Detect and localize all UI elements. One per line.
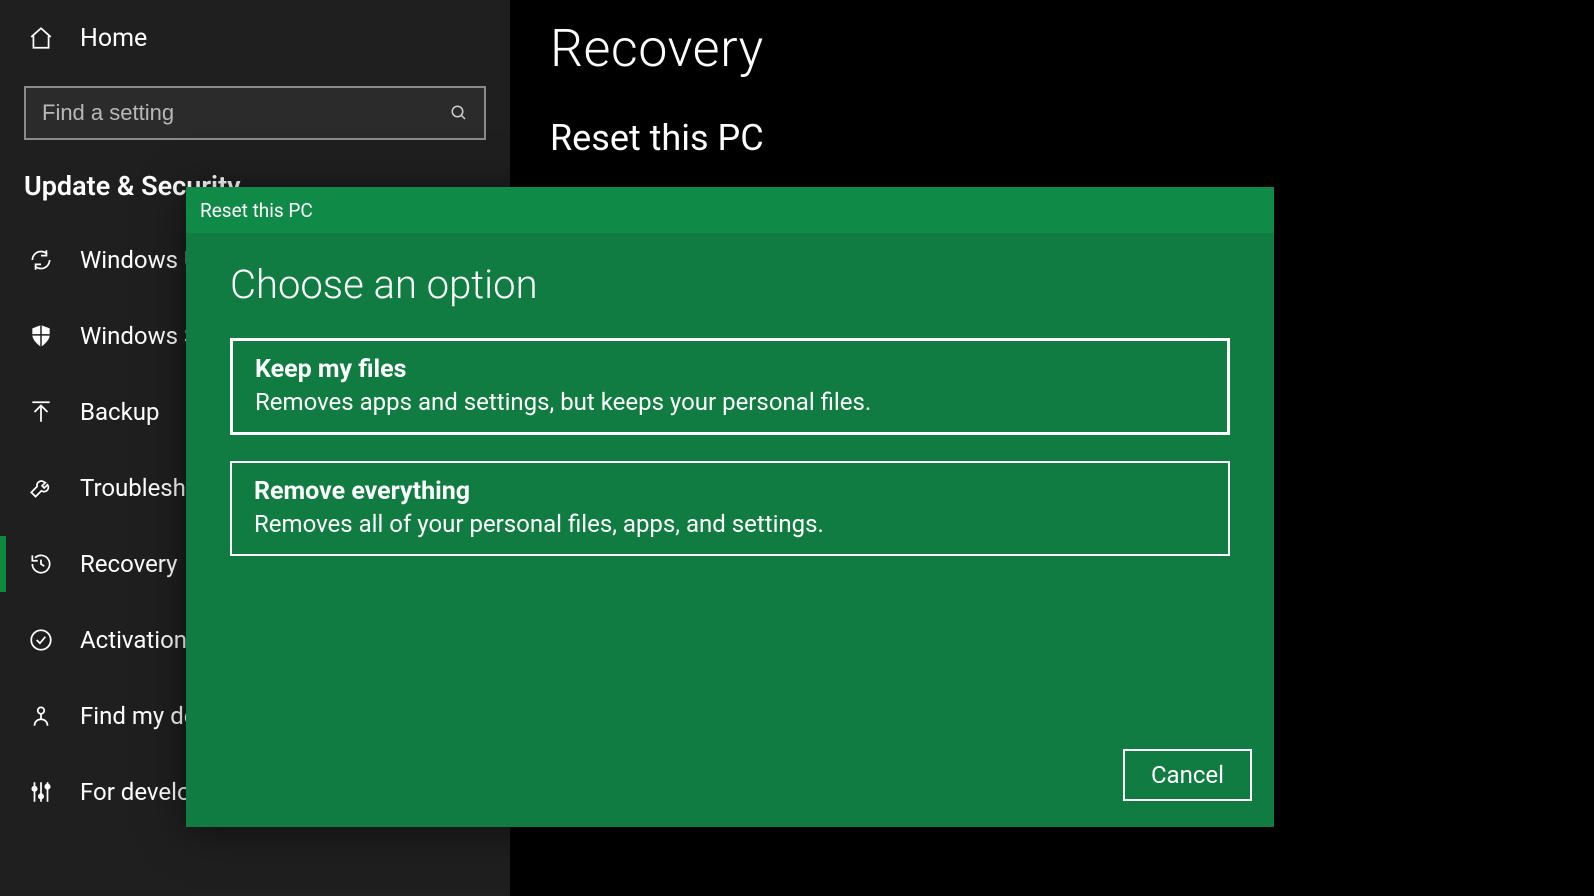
backup-icon bbox=[28, 399, 54, 425]
option-remove-everything[interactable]: Remove everything Removes all of your pe… bbox=[230, 461, 1230, 556]
settings-window: Home Update & Security Windows Update bbox=[0, 0, 1594, 896]
section-title: Reset this PC bbox=[550, 117, 1554, 159]
dialog-heading: Choose an option bbox=[230, 261, 1230, 308]
sync-icon bbox=[28, 247, 54, 273]
dialog-title: Reset this PC bbox=[200, 199, 313, 222]
dialog-body: Choose an option Keep my files Removes a… bbox=[186, 233, 1274, 827]
reset-pc-dialog: Reset this PC Choose an option Keep my f… bbox=[186, 187, 1274, 827]
shield-icon bbox=[28, 323, 54, 349]
option-keep-my-files[interactable]: Keep my files Removes apps and settings,… bbox=[230, 338, 1230, 435]
home-label: Home bbox=[80, 24, 147, 53]
home-nav[interactable]: Home bbox=[0, 0, 510, 76]
option-desc: Removes all of your personal files, apps… bbox=[254, 510, 1206, 538]
cancel-button[interactable]: Cancel bbox=[1123, 749, 1252, 801]
wrench-icon bbox=[28, 475, 54, 501]
sidebar-item-label: Recovery bbox=[80, 550, 178, 578]
option-title: Keep my files bbox=[255, 355, 1205, 384]
option-title: Remove everything bbox=[254, 477, 1206, 506]
home-icon bbox=[28, 25, 54, 51]
option-desc: Removes apps and settings, but keeps you… bbox=[255, 388, 1205, 416]
sliders-icon bbox=[28, 779, 54, 805]
search-box[interactable] bbox=[24, 86, 486, 140]
check-circle-icon bbox=[28, 627, 54, 653]
search-input[interactable] bbox=[42, 100, 450, 126]
dialog-titlebar: Reset this PC bbox=[186, 187, 1274, 233]
history-icon bbox=[28, 551, 54, 577]
sidebar-item-label: Backup bbox=[80, 398, 159, 426]
pin-person-icon bbox=[28, 703, 54, 729]
page-title: Recovery bbox=[550, 18, 1554, 79]
sidebar-item-label: Activation bbox=[80, 626, 187, 654]
search-icon bbox=[450, 104, 468, 122]
search-row bbox=[0, 76, 510, 140]
